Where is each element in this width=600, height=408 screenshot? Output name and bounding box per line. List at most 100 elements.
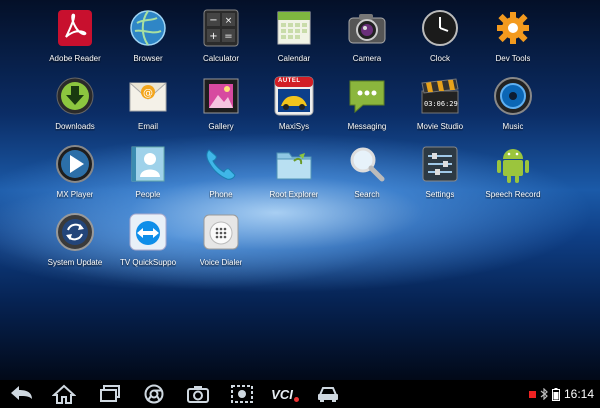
app-people[interactable]: People bbox=[111, 138, 185, 204]
messaging-icon bbox=[345, 74, 389, 118]
music-icon bbox=[491, 74, 535, 118]
screenshot-button[interactable] bbox=[228, 382, 256, 406]
app-label: People bbox=[135, 190, 161, 199]
app-speech-record[interactable]: Speech Record bbox=[476, 138, 550, 204]
adobe-reader-icon bbox=[53, 6, 97, 50]
app-label: Calendar bbox=[277, 54, 311, 63]
app-email[interactable]: @ Email bbox=[111, 70, 185, 136]
app-label: Downloads bbox=[55, 122, 95, 131]
app-browser[interactable]: Browser bbox=[111, 2, 185, 68]
phone-icon bbox=[199, 142, 243, 186]
app-clock[interactable]: Clock bbox=[403, 2, 477, 68]
app-calendar[interactable]: Calendar bbox=[257, 2, 331, 68]
camera-icon bbox=[345, 6, 389, 50]
people-icon bbox=[126, 142, 170, 186]
app-settings[interactable]: Settings bbox=[403, 138, 477, 204]
app-label: Speech Record bbox=[485, 190, 541, 199]
globe-icon bbox=[126, 6, 170, 50]
app-label: TV QuickSuppo bbox=[119, 258, 177, 267]
recent-apps-button[interactable] bbox=[96, 382, 124, 406]
app-label: Browser bbox=[133, 54, 163, 63]
clock-icon bbox=[418, 6, 462, 50]
calendar-icon bbox=[272, 6, 316, 50]
home-icon bbox=[52, 384, 76, 404]
app-phone[interactable]: Phone bbox=[184, 138, 258, 204]
app-label: Calculator bbox=[202, 54, 239, 63]
home-button[interactable] bbox=[50, 382, 78, 406]
car-icon bbox=[318, 387, 338, 402]
maxisys-badge: AUTEL bbox=[278, 78, 301, 84]
battery-icon bbox=[551, 387, 560, 401]
app-label: Voice Dialer bbox=[199, 258, 243, 267]
app-system-update[interactable]: System Update bbox=[38, 206, 112, 272]
app-label: Movie Studio bbox=[416, 122, 464, 131]
back-icon bbox=[11, 386, 32, 400]
app-tv-quicksupport[interactable]: TV QuickSuppo bbox=[111, 206, 185, 272]
app-label: Gallery bbox=[208, 122, 234, 131]
app-root-explorer[interactable]: Root Explorer bbox=[257, 138, 331, 204]
svg-text:=: = bbox=[224, 31, 232, 42]
app-dev-tools[interactable]: Dev Tools bbox=[476, 2, 550, 68]
svg-text:@: @ bbox=[143, 88, 153, 99]
app-label: MaxiSys bbox=[278, 122, 310, 131]
app-calculator[interactable]: − × + = Calculator bbox=[184, 2, 258, 68]
app-label: Camera bbox=[352, 54, 382, 63]
status-clock: 16:14 bbox=[563, 387, 594, 401]
alert-icon bbox=[528, 390, 536, 398]
navigation-bar: VCI 16:14 bbox=[0, 380, 600, 408]
status-area[interactable]: 16:14 bbox=[528, 380, 594, 408]
app-voice-dialer[interactable]: Voice Dialer bbox=[184, 206, 258, 272]
teamviewer-icon bbox=[126, 210, 170, 254]
vci-status-dot bbox=[293, 396, 299, 402]
chrome-shortcut[interactable] bbox=[140, 382, 168, 406]
app-movie-studio[interactable]: 03:06:29 Movie Studio bbox=[403, 70, 477, 136]
app-camera[interactable]: Camera bbox=[330, 2, 404, 68]
app-maxisys[interactable]: AUTEL MaxiSys bbox=[257, 70, 331, 136]
maxisys-icon: AUTEL bbox=[272, 74, 316, 118]
movie-studio-icon: 03:06:29 bbox=[418, 74, 462, 118]
system-update-icon bbox=[53, 210, 97, 254]
camera-shortcut[interactable] bbox=[184, 382, 212, 406]
back-button[interactable] bbox=[8, 382, 36, 406]
settings-icon bbox=[418, 142, 462, 186]
app-search[interactable]: Search bbox=[330, 138, 404, 204]
vci-button[interactable]: VCI bbox=[268, 382, 302, 406]
gear-icon bbox=[491, 6, 535, 50]
app-label: Root Explorer bbox=[269, 190, 319, 199]
app-messaging[interactable]: Messaging bbox=[330, 70, 404, 136]
recent-apps-icon bbox=[100, 385, 120, 402]
clapper-timecode: 03:06:29 bbox=[424, 100, 458, 108]
app-label: Clock bbox=[429, 54, 450, 63]
app-label: Dev Tools bbox=[495, 54, 531, 63]
car-shortcut[interactable] bbox=[314, 382, 342, 406]
download-icon bbox=[53, 74, 97, 118]
android-icon bbox=[491, 142, 535, 186]
app-label: Adobe Reader bbox=[49, 54, 101, 63]
gallery-icon bbox=[199, 74, 243, 118]
bluetooth-icon bbox=[540, 388, 548, 400]
app-label: Email bbox=[137, 122, 158, 131]
voice-dialer-icon bbox=[199, 210, 243, 254]
app-label: Settings bbox=[425, 190, 455, 199]
app-label: Messaging bbox=[347, 122, 387, 131]
app-label: MX Player bbox=[56, 190, 94, 199]
app-gallery[interactable]: Gallery bbox=[184, 70, 258, 136]
svg-text:−: − bbox=[209, 15, 217, 26]
app-label: Music bbox=[502, 122, 524, 131]
play-icon bbox=[53, 142, 97, 186]
screenshot-icon bbox=[231, 385, 253, 403]
app-downloads[interactable]: Downloads bbox=[38, 70, 112, 136]
email-icon: @ bbox=[126, 74, 170, 118]
svg-text:×: × bbox=[225, 16, 233, 26]
search-icon bbox=[345, 142, 389, 186]
camera-icon bbox=[187, 386, 209, 403]
app-label: Search bbox=[354, 190, 380, 199]
app-label: Phone bbox=[209, 190, 233, 199]
app-adobe-reader[interactable]: Adobe Reader bbox=[38, 2, 112, 68]
folder-icon bbox=[272, 142, 316, 186]
app-mx-player[interactable]: MX Player bbox=[38, 138, 112, 204]
app-music[interactable]: Music bbox=[476, 70, 550, 136]
svg-text:+: + bbox=[209, 31, 217, 42]
app-label: System Update bbox=[47, 258, 103, 267]
app-grid: Adobe Reader Browser − × + = Calculator Cal… bbox=[0, 0, 600, 380]
